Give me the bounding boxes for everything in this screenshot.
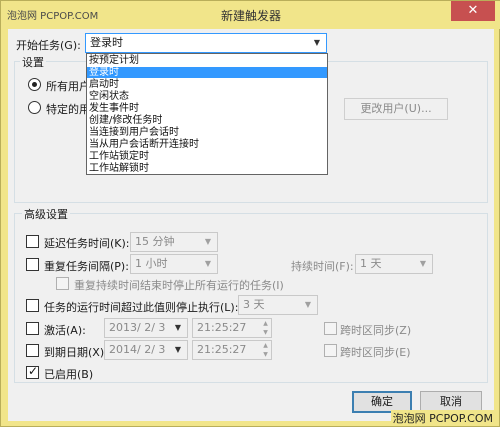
activate-sync-label: 跨时区同步(Z) [340,324,412,337]
dropdown-option[interactable]: 当连接到用户会话时 [87,127,327,138]
activate-date-value: 2013/ 2/ 3 [109,321,166,334]
repeat-value: 1 小时 [135,257,168,270]
spinner-icon[interactable]: ▲ ▼ [260,341,271,359]
repeat-checkbox[interactable] [26,258,39,271]
stop-all-label: 重复持续时间结束时停止所有运行的任务(I) [74,279,284,292]
stop-if-value: 3 天 [243,298,265,311]
chevron-down-icon: ▼ [204,259,212,268]
activate-label: 激活(A): [44,324,86,337]
change-user-button[interactable]: 更改用户(U)... [344,98,448,120]
begin-task-dropdown-list: 按预定计划 登录时 启动时 空闲状态 发生事件时 创建/修改任务时 当连接到用户… [86,53,328,175]
settings-group-title: 设置 [20,54,46,70]
repeat-label: 重复任务间隔(P): [44,260,129,273]
dropdown-option[interactable]: 发生事件时 [87,103,327,114]
duration-select[interactable]: 1 天 ▼ [355,254,433,274]
dropdown-option[interactable]: 创建/修改任务时 [87,115,327,126]
begin-task-select[interactable]: 登录时 ▼ [85,33,327,53]
any-user-radio[interactable] [28,78,41,91]
window-title: 新建触发器 [220,9,281,23]
repeat-select[interactable]: 1 小时 ▼ [130,254,218,274]
spinner-icon[interactable]: ▲ ▼ [260,319,271,337]
watermark-bottom-right: 泡泡网 PCPOP.COM [390,410,495,426]
title-bar[interactable]: 泡泡网 PCPOP.COM 新建触发器 ✕ [1,1,500,29]
any-user-label: 所有用户 [46,80,90,93]
chevron-down-icon: ▼ [304,300,312,309]
expire-checkbox[interactable] [26,344,39,357]
stop-if-checkbox[interactable] [26,299,39,312]
dropdown-option[interactable]: 当从用户会话断开连接时 [87,139,327,150]
enabled-label: 已启用(B) [44,368,94,381]
dropdown-option[interactable]: 工作站解锁时 [87,163,327,174]
close-button[interactable]: ✕ [451,1,495,21]
specific-user-label: 特定的用 [46,103,90,116]
chevron-down-icon: ▼ [204,237,212,246]
dialog-window: 泡泡网 PCPOP.COM 新建触发器 ✕ 开始任务(G): 登录时 ▼ 设置 … [0,0,500,427]
specific-user-radio[interactable] [28,101,41,114]
expire-sync-label: 跨时区同步(E) [340,346,411,359]
stop-if-select[interactable]: 3 天 ▼ [238,295,318,315]
chevron-down-icon: ▼ [313,38,321,47]
enabled-checkbox[interactable] [26,364,39,379]
activate-checkbox[interactable] [26,322,39,335]
dropdown-option[interactable]: 启动时 [87,79,327,90]
expire-label: 到期日期(X): [44,346,108,359]
activate-sync-checkbox[interactable] [324,322,337,335]
chevron-down-icon: ▼ [419,259,427,268]
expire-time-value: 21:25:27 [197,343,247,356]
delay-label: 延迟任务时间(K): [44,237,130,250]
activate-time-field[interactable]: 21:25:27 ▲ ▼ [192,318,272,338]
dropdown-option[interactable]: 空闲状态 [87,91,327,102]
dropdown-option[interactable]: 按预定计划 [87,55,327,66]
begin-task-value: 登录时 [90,36,123,49]
duration-value: 1 天 [360,257,382,270]
activate-time-value: 21:25:27 [197,321,247,334]
calendar-dropdown-icon[interactable]: ▼ [172,341,184,359]
dropdown-option-highlighted[interactable]: 登录时 [87,67,327,78]
activate-date-field[interactable]: 2013/ 2/ 3 ▼ [104,318,188,338]
begin-task-label: 开始任务(G): [16,39,81,52]
stop-all-checkbox[interactable] [56,277,69,290]
expire-time-field[interactable]: 21:25:27 ▲ ▼ [192,340,272,360]
expire-date-value: 2014/ 2/ 3 [109,343,166,356]
expire-date-field[interactable]: 2014/ 2/ 3 ▼ [104,340,188,360]
stop-if-label: 任务的运行时间超过此值则停止执行(L): [44,301,239,314]
expire-sync-checkbox[interactable] [324,344,337,357]
delay-checkbox[interactable] [26,235,39,248]
dropdown-option[interactable]: 工作站锁定时 [87,151,327,162]
delay-value: 15 分钟 [135,235,175,248]
advanced-group-title: 高级设置 [22,206,70,222]
duration-label: 持续时间(F): [291,260,354,273]
close-icon: ✕ [467,3,479,18]
calendar-dropdown-icon[interactable]: ▼ [172,319,184,337]
delay-select[interactable]: 15 分钟 ▼ [130,232,218,252]
